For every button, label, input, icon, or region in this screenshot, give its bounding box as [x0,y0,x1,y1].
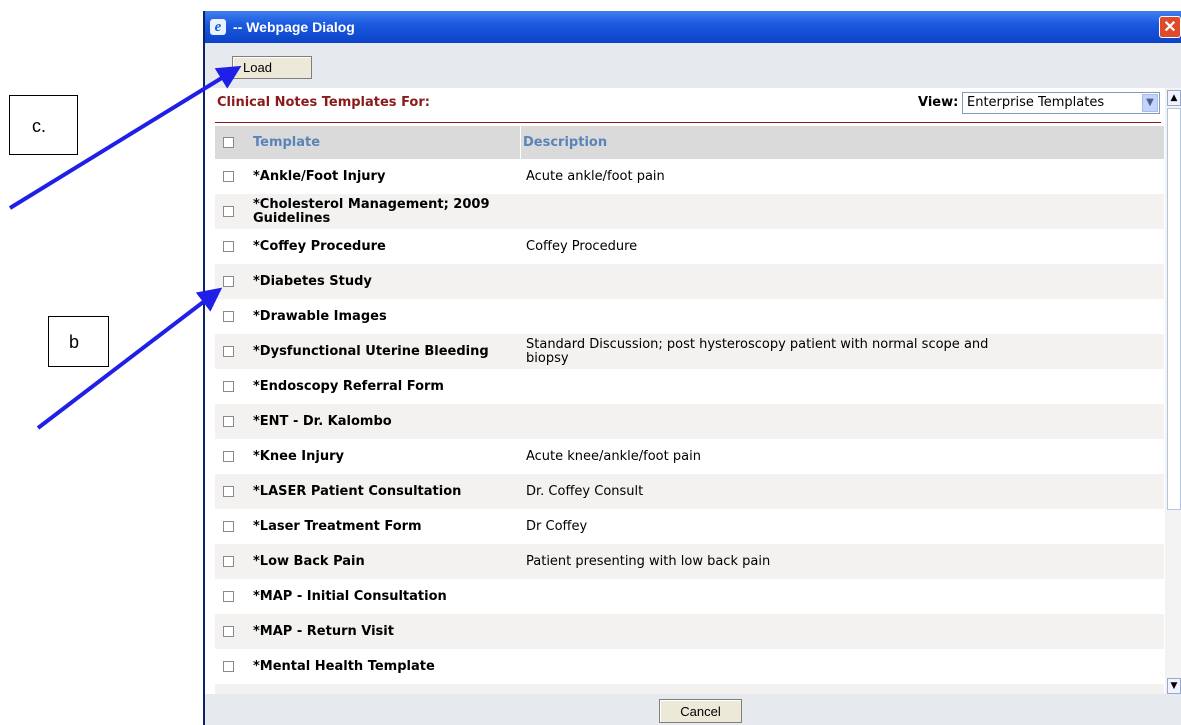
table-row[interactable]: *MAP - Return Visit [215,614,1164,649]
window-title: -- Webpage Dialog [233,19,355,35]
table-row[interactable]: *Mental Health Template [215,649,1164,684]
templates-table: Template Description *Ankle/Foot Injury A… [215,126,1164,694]
row-checkbox[interactable] [223,450,234,462]
template-name[interactable]: *Drawable Images [253,309,513,324]
scroll-down-icon[interactable]: ▼ [1167,678,1181,694]
table-row[interactable]: *Dysfunctional Uterine Bleeding Standard … [215,334,1164,369]
row-checkbox[interactable] [223,380,234,392]
row-checkbox[interactable] [223,310,234,322]
row-checkbox[interactable] [223,275,234,287]
cancel-button[interactable]: Cancel [659,699,742,723]
row-checkbox[interactable] [223,415,234,427]
template-description: Dr. Coffey Consult [526,483,644,499]
table-header: Template Description [215,126,1164,159]
row-checkbox[interactable] [223,520,234,532]
column-header-description[interactable]: Description [523,135,607,150]
table-body: *Ankle/Foot Injury Acute ankle/foot pain *… [215,159,1164,694]
template-name[interactable]: *Mental Health Template [253,659,513,674]
table-row[interactable]: *Cholesterol Management; 2009 Guidelines [215,194,1164,229]
row-checkbox[interactable] [223,240,234,252]
template-description: Acute ankle/foot pain [526,168,665,184]
dialog-footer: Cancel [205,694,1181,725]
view-select[interactable]: Enterprise Templates ▼ [962,92,1160,114]
table-row[interactable]: *MMSE [215,684,1164,694]
title-bar: e -- Webpage Dialog ✕ [205,11,1181,43]
ie-icon: e [210,19,226,35]
annotation-b-label: b [48,316,109,367]
scroll-up-icon[interactable]: ▲ [1167,90,1181,106]
template-name[interactable]: *Endoscopy Referral Form [253,379,513,394]
table-row[interactable]: *LASER Patient Consultation Dr. Coffey Co… [215,474,1164,509]
template-name[interactable]: *Laser Treatment Form [253,519,513,534]
table-row[interactable]: *MAP - Initial Consultation [215,579,1164,614]
table-row[interactable]: *Ankle/Foot Injury Acute ankle/foot pain [215,159,1164,194]
template-description: Patient presenting with low back pain [526,553,771,569]
column-divider [520,126,521,159]
table-row[interactable]: *Endoscopy Referral Form [215,369,1164,404]
chevron-down-icon[interactable]: ▼ [1142,94,1158,112]
heading-divider [215,122,1161,123]
column-header-template[interactable]: Template [253,135,320,150]
template-name[interactable]: *Ankle/Foot Injury [253,169,513,184]
webpage-dialog: e -- Webpage Dialog ✕ Load Clinical Note… [203,11,1181,725]
template-description: Coffey Procedure [526,238,638,254]
row-checkbox[interactable] [223,625,234,637]
view-select-value: Enterprise Templates [967,95,1105,110]
row-checkbox[interactable] [223,485,234,497]
row-checkbox[interactable] [223,555,234,567]
row-checkbox[interactable] [223,590,234,602]
template-name[interactable]: *LASER Patient Consultation [253,484,513,499]
annotation-c-label: c. [9,95,78,155]
template-name[interactable]: *MAP - Return Visit [253,624,513,639]
template-name[interactable]: *Low Back Pain [253,554,513,569]
table-row[interactable]: *Knee Injury Acute knee/ankle/foot pain [215,439,1164,474]
template-name[interactable]: *ENT - Dr. Kalombo [253,414,513,429]
template-name[interactable]: *Knee Injury [253,449,513,464]
table-row[interactable]: *Laser Treatment Form Dr Coffey [215,509,1164,544]
row-checkbox[interactable] [223,170,234,182]
vertical-scrollbar[interactable]: ▲ ▼ [1165,88,1181,694]
template-description: Standard Discussion; post hysteroscopy p… [526,336,989,366]
row-checkbox[interactable] [223,205,234,217]
template-description: Acute knee/ankle/foot pain [526,448,701,464]
view-label: View: [918,95,959,110]
template-name[interactable]: *Coffey Procedure [253,239,513,254]
table-row[interactable]: *Coffey Procedure Coffey Procedure [215,229,1164,264]
row-checkbox[interactable] [223,660,234,672]
page-title: Clinical Notes Templates For: [217,95,430,110]
template-description: Dr Coffey [526,518,588,534]
toolbar: Load [205,43,1181,88]
template-name[interactable]: *MAP - Initial Consultation [253,589,513,604]
close-button[interactable]: ✕ [1159,16,1181,38]
load-button[interactable]: Load [232,56,312,79]
table-row[interactable]: *ENT - Dr. Kalombo [215,404,1164,439]
scrollbar-thumb[interactable] [1167,108,1181,510]
table-row[interactable]: *Low Back Pain Patient presenting with lo… [215,544,1164,579]
row-checkbox[interactable] [223,345,234,357]
template-name[interactable]: *Cholesterol Management; 2009 Guidelines [253,197,513,226]
table-row[interactable]: *Diabetes Study [215,264,1164,299]
templates-panel: Clinical Notes Templates For: View: Ente… [205,88,1165,694]
table-row[interactable]: *Drawable Images [215,299,1164,334]
template-name[interactable]: *Dysfunctional Uterine Bleeding [253,344,513,359]
template-name[interactable]: *Diabetes Study [253,274,513,289]
select-all-checkbox[interactable] [223,136,234,148]
